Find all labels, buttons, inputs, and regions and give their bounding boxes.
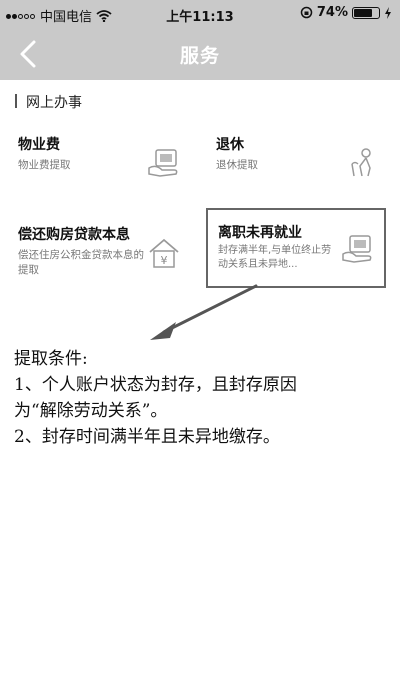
service-desc: 封存满半年,与单位终止劳动关系且未异地... [218,245,332,270]
charging-icon [385,6,391,19]
condition-line: 为“解除劳动关系”。 [14,401,168,421]
service-desc: 物业费提取 [18,159,71,171]
service-item-mortgage-repayment[interactable]: 偿还购房贷款本息 偿还住房公积金贷款本息的提取 ¥ [6,208,196,288]
section-header: 网上办事 [0,80,400,118]
house-yuan-icon: ¥ [149,238,179,268]
service-title: 离职未再就业 [218,225,302,241]
service-item-unemployed[interactable]: 离职未再就业 封存满半年,与单位终止劳动关系且未异地... [206,208,386,288]
service-desc: 偿还住房公积金贷款本息的提取 [18,249,144,276]
battery-icon [352,6,380,19]
condition-line: 1、个人账户状态为封存，且封存原因 [14,375,297,395]
section-marker [15,94,17,108]
extraction-conditions: 提取条件: 1、个人账户状态为封存，且封存原因 为“解除劳动关系”。 2、封存时… [14,346,394,450]
nav-bar: 服务 [0,28,400,80]
svg-text:¥: ¥ [161,254,168,267]
section-title: 网上办事 [26,95,82,111]
service-title: 偿还购房贷款本息 [18,227,130,243]
annotation-arrow-icon [150,284,258,340]
receipt-hand-icon [342,235,372,263]
service-item-property-fee[interactable]: 物业费 物业费提取 [6,118,196,198]
service-item-retirement[interactable]: 退休 退休提取 [204,118,394,198]
page-title: 服务 [179,45,220,67]
service-title: 物业费 [18,137,60,153]
service-title: 退休 [216,137,244,153]
battery-percent: 74% [316,5,348,20]
status-right: 74% [300,5,392,20]
person-cane-icon [351,148,371,177]
orientation-lock-icon [300,6,313,19]
service-desc: 退休提取 [216,159,258,171]
condition-line: 2、封存时间满半年且未异地缴存。 [14,427,280,447]
conditions-heading: 提取条件: [14,349,88,369]
service-grid: 物业费 物业费提取 退休 退休提取 偿还购房贷款本息 偿还住房公积金贷款本息的提… [0,118,400,290]
battery-level [354,8,372,17]
status-bar: 中国电信 上午11:13 74% [0,0,400,28]
receipt-hand-icon [148,149,178,177]
